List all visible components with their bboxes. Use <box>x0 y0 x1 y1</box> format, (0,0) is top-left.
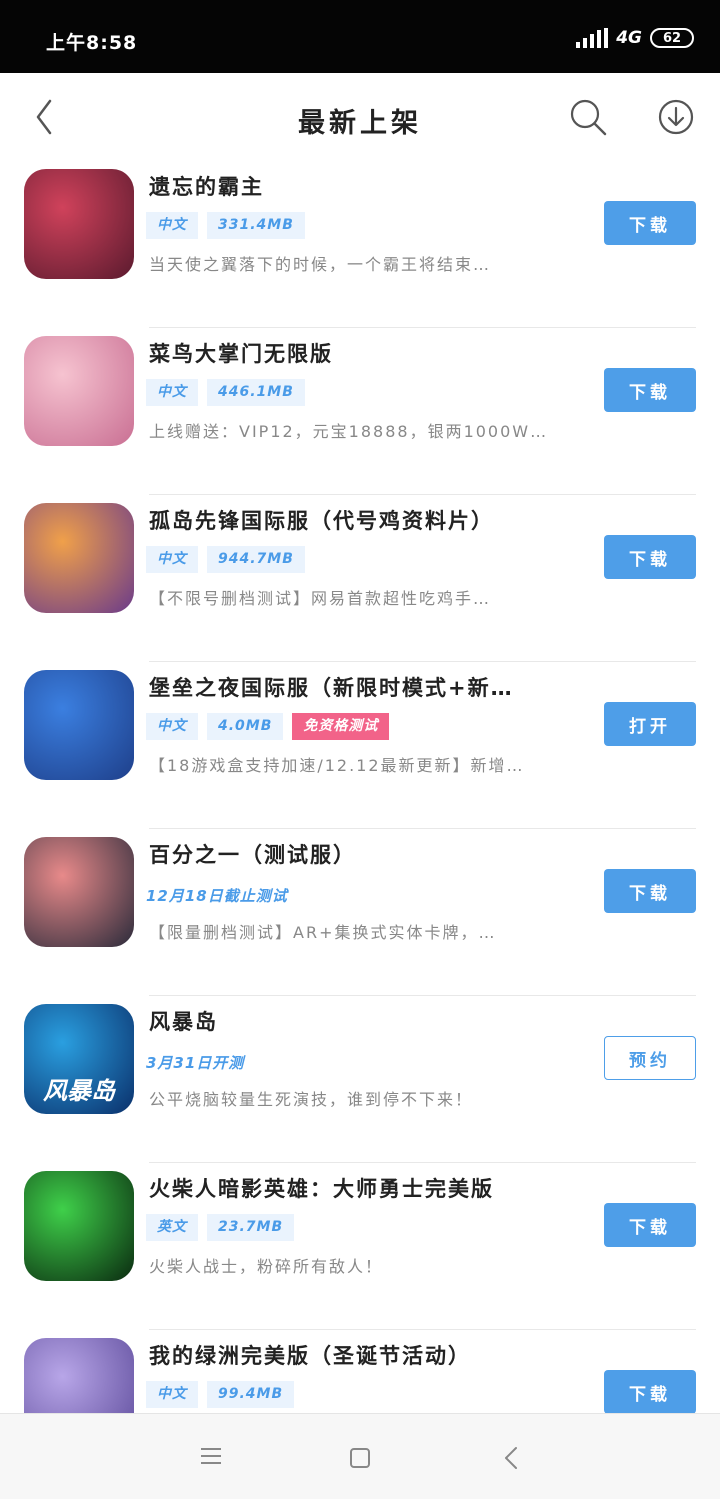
app-description: 【18游戏盒支持加速/12.12最新更新】新增… <box>149 756 525 775</box>
download-icon[interactable] <box>656 97 696 137</box>
app-name: 孤岛先锋国际服（代号鸡资料片） <box>149 509 494 533</box>
app-description: 公平烧脑较量生死演技，谁到停不下来！ <box>149 1090 474 1109</box>
app-name: 百分之一（测试服） <box>149 843 356 867</box>
app-list-item[interactable]: 风暴岛 风暴岛 3月31日开测 公平烧脑较量生死演技，谁到停不下来！ 预约 <box>0 996 720 1163</box>
language-tag: 中文 <box>146 713 198 740</box>
app-name: 菜鸟大掌门无限版 <box>149 342 333 366</box>
language-tag: 中文 <box>146 212 198 239</box>
app-name: 火柴人暗影英雄：大师勇士完美版 <box>149 1177 494 1201</box>
home-icon[interactable] <box>349 1447 371 1469</box>
language-tag: 英文 <box>146 1214 198 1241</box>
app-icon-logo-text: 风暴岛 <box>43 1077 115 1105</box>
status-bar: 上午8:58 4G 62 <box>0 0 720 73</box>
open-button[interactable]: 打开 <box>604 702 696 746</box>
download-button[interactable]: 下载 <box>604 1370 696 1414</box>
size-tag: 99.4MB <box>207 1381 295 1408</box>
menu-icon[interactable] <box>200 1447 222 1465</box>
app-description: 【不限号删档测试】网易首款超性吃鸡手… <box>149 589 492 608</box>
app-list-item[interactable]: 百分之一（测试服） 12月18日截止测试【限量删档测试】AR+集换式实体卡牌，… 下… <box>0 829 720 996</box>
nav-back-icon[interactable] <box>502 1446 520 1470</box>
app-list-item[interactable]: 堡垒之夜国际服（新限时模式+新… 中文 4.0MB 免资格测试【18游戏盒支持加速/1… <box>0 662 720 829</box>
app-list-item[interactable]: 菜鸟大掌门无限版 中文 446.1MB 上线赠送：VIP12，元宝18888，银两10… <box>0 328 720 495</box>
download-button[interactable]: 下载 <box>604 201 696 245</box>
battery-icon: 62 <box>650 28 694 48</box>
page-title: 最新上架 <box>298 108 422 139</box>
app-name: 我的绿洲完美版（圣诞节活动） <box>149 1344 471 1368</box>
language-tag: 中文 <box>146 546 198 573</box>
download-button[interactable]: 下载 <box>604 368 696 412</box>
search-icon[interactable] <box>568 97 608 137</box>
app-name: 堡垒之夜国际服（新限时模式+新… <box>149 676 514 700</box>
app-description: 当天使之翼落下的时候，一个霸王将结束… <box>149 255 492 274</box>
app-tags: 中文 944.7MB <box>146 546 305 573</box>
app-icon[interactable] <box>24 837 134 947</box>
app-list-item[interactable]: 火柴人暗影英雄：大师勇士完美版 英文 23.7MB 火柴人战士，粉碎所有敌人！ 下载 <box>0 1163 720 1330</box>
download-button[interactable]: 下载 <box>604 1203 696 1247</box>
app-name: 风暴岛 <box>149 1010 218 1034</box>
size-tag: 4.0MB <box>207 713 284 740</box>
app-list-item[interactable]: 遗忘的霸主中文 331.4MB 当天使之翼落下的时候，一个霸王将结束… 下载 <box>0 161 720 328</box>
app-icon[interactable] <box>24 169 134 279</box>
test-date-note: 12月18日截止测试 <box>146 887 288 905</box>
status-indicators: 4G 62 <box>576 28 694 48</box>
size-tag: 944.7MB <box>207 546 305 573</box>
system-nav-bar <box>0 1413 720 1499</box>
test-badge: 免资格测试 <box>292 713 390 740</box>
battery-level: 62 <box>662 30 682 46</box>
app-icon[interactable] <box>24 1171 134 1281</box>
language-tag: 中文 <box>146 379 198 406</box>
signal-icon <box>576 28 609 48</box>
header: 最新上架 <box>0 73 720 161</box>
app-icon[interactable]: 风暴岛 <box>24 1004 134 1114</box>
download-button[interactable]: 下载 <box>604 869 696 913</box>
app-description: 上线赠送：VIP12，元宝18888，银两1000W… <box>149 422 549 441</box>
network-label: 4G <box>616 28 642 48</box>
language-tag: 中文 <box>146 1381 198 1408</box>
app-icon[interactable] <box>24 336 134 446</box>
app-list: 遗忘的霸主 中文 331.4MB 当天使之翼落下的时候，一个霸王将结束… 下载 菜鸟大掌门… <box>0 161 720 1497</box>
app-tags: 英文 23.7MB <box>146 1214 295 1241</box>
size-tag: 331.4MB <box>207 212 305 239</box>
app-tags: 中文 331.4MB <box>146 212 305 239</box>
app-icon[interactable] <box>24 670 134 780</box>
app-tags: 中文 99.4MB <box>146 1381 295 1408</box>
size-tag: 446.1MB <box>207 379 305 406</box>
size-tag: 23.7MB <box>207 1214 295 1241</box>
app-tags: 中文 446.1MB <box>146 379 305 406</box>
app-list-item[interactable]: 孤岛先锋国际服（代号鸡资料片） 中文 944.7MB 【不限号删档测试】网易首款超性吃… <box>0 495 720 662</box>
app-name: 遗忘的霸主 <box>149 175 264 199</box>
app-description: 火柴人战士，粉碎所有敌人！ <box>149 1257 384 1276</box>
test-date-note: 3月31日开测 <box>146 1054 245 1072</box>
app-icon[interactable] <box>24 503 134 613</box>
status-time: 上午8:58 <box>46 32 138 54</box>
app-tags: 中文 4.0MB 免资格测试 <box>146 713 390 740</box>
reserve-button[interactable]: 预约 <box>604 1036 696 1080</box>
download-button[interactable]: 下载 <box>604 535 696 579</box>
app-description: 【限量删档测试】AR+集换式实体卡牌，… <box>149 923 497 942</box>
